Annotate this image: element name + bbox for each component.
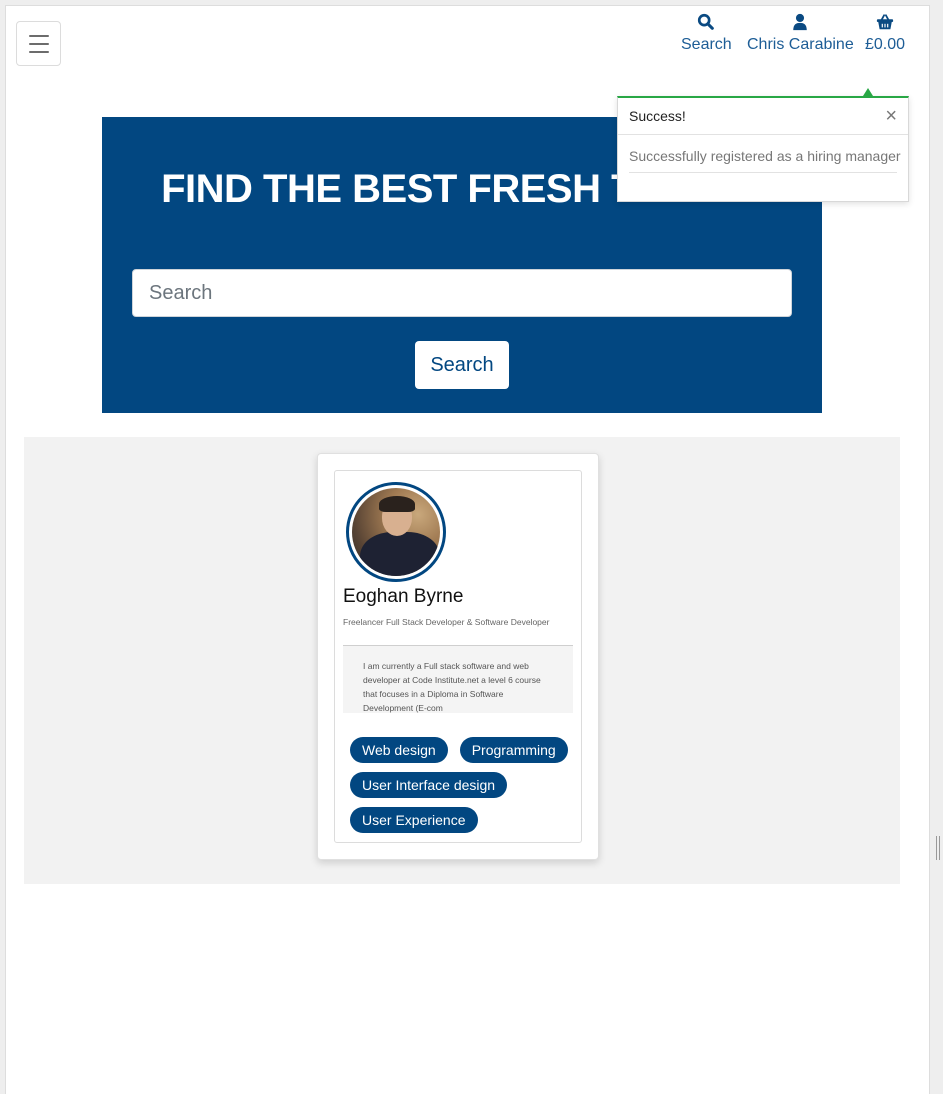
skill-tag[interactable]: Programming <box>459 737 568 763</box>
toast-header: Success! × <box>618 98 908 135</box>
close-icon[interactable]: × <box>885 106 897 126</box>
search-icon <box>698 13 715 30</box>
user-icon <box>793 13 808 31</box>
search-button[interactable]: Search <box>415 341 509 389</box>
avatar <box>346 482 446 582</box>
nav-bag-total: £0.00 <box>865 36 906 53</box>
success-toast: Success! × Successfully registered as a … <box>617 96 909 202</box>
skill-tags: Web design Programming User Interface de… <box>350 737 575 833</box>
nav-account-label: Chris Carabine <box>747 36 854 53</box>
hamburger-icon <box>28 34 49 37</box>
menu-toggle-button[interactable] <box>16 21 61 66</box>
freelancer-bio: I am currently a Full stack software and… <box>343 646 573 713</box>
toast-body: Successfully registered as a hiring mana… <box>618 135 908 173</box>
search-input[interactable] <box>132 269 792 317</box>
freelancer-card[interactable]: Eoghan Byrne Freelancer Full Stack Devel… <box>317 453 599 860</box>
freelancer-card-body: Eoghan Byrne Freelancer Full Stack Devel… <box>334 470 582 843</box>
skill-tag[interactable]: User Experience <box>350 807 478 833</box>
freelancer-name: Eoghan Byrne <box>343 586 464 607</box>
skill-tag[interactable]: Web design <box>350 737 448 763</box>
nav-search-link[interactable]: Search <box>681 13 732 54</box>
nav-search-label: Search <box>681 36 732 53</box>
toast-message: Successfully registered as a hiring mana… <box>629 148 901 173</box>
skill-tag[interactable]: User Interface design <box>350 772 508 798</box>
scrollbar-grip[interactable] <box>936 836 940 860</box>
results-section: Eoghan Byrne Freelancer Full Stack Devel… <box>24 437 900 884</box>
basket-icon <box>876 14 894 30</box>
toast-arrow <box>863 88 873 96</box>
nav-account-link[interactable]: Chris Carabine <box>747 13 854 54</box>
toast-title: Success! <box>629 108 686 124</box>
freelancer-title: Freelancer Full Stack Developer & Softwa… <box>343 617 550 627</box>
nav-bag-link[interactable]: £0.00 <box>865 13 905 54</box>
avatar-photo <box>352 488 440 576</box>
